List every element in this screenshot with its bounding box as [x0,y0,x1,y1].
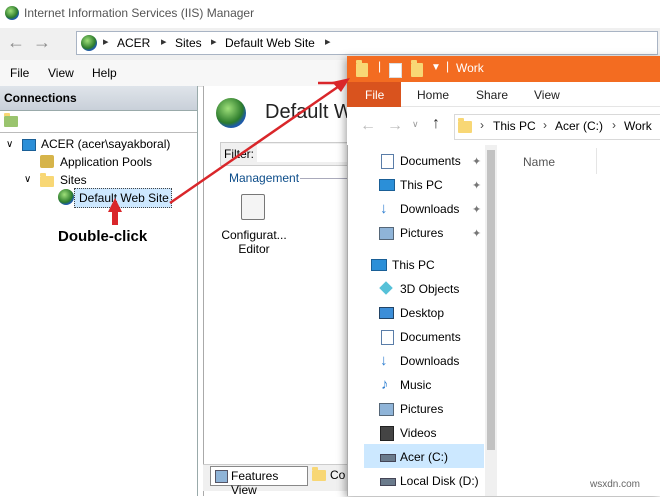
annotation-up-arrowhead [108,198,122,212]
watermark: wsxdn.com [590,479,641,490]
annotation-up-arrow-stem [112,211,118,225]
annotation-arrow [108,78,350,225]
annotation-arrow-line [169,80,346,205]
